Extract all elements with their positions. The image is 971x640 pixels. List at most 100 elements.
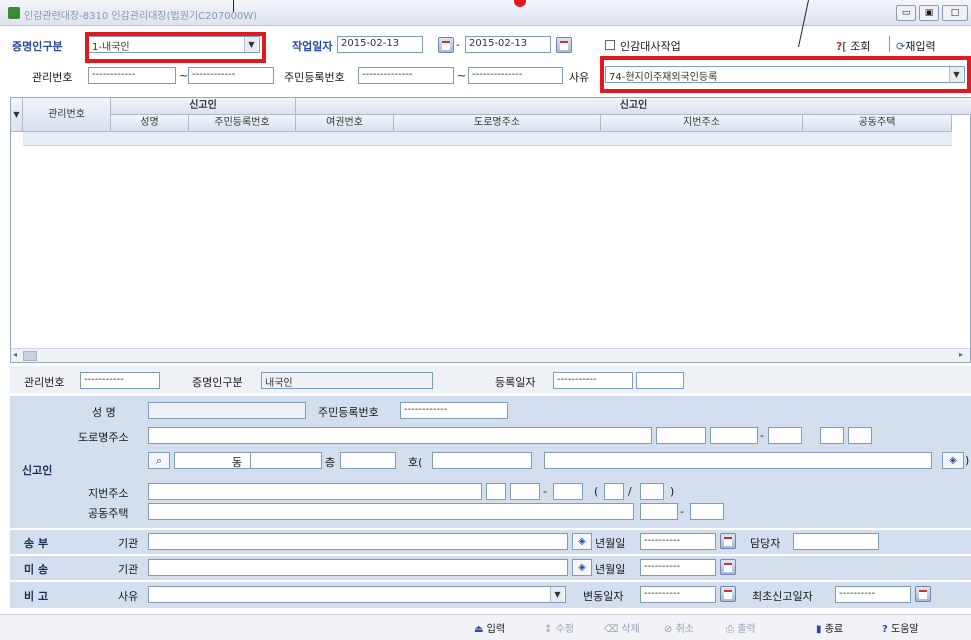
result-grid[interactable]: ▼ 관리번호 신고인 성명 주민등록번호 신고인 여권번호 도로명주소 지번주소…	[10, 97, 971, 363]
calendar-icon[interactable]	[915, 586, 931, 602]
group-reporter-address: 신고인	[296, 98, 971, 115]
reason-label: 사유	[569, 71, 590, 84]
help-query-icon: ?	[836, 40, 843, 53]
scroll-right-icon[interactable]: ▸	[959, 350, 963, 359]
calendar-icon[interactable]	[556, 37, 572, 53]
detail-mgmt-field[interactable]: -----------	[80, 372, 160, 389]
change-date-field[interactable]: ----------	[640, 586, 716, 603]
ho-detail-field[interactable]	[544, 452, 932, 469]
annotation-line-left	[233, 0, 234, 12]
road-address-field[interactable]	[148, 427, 652, 444]
col-lot-address[interactable]: 지번주소	[601, 115, 803, 132]
first-report-date-field[interactable]: ----------	[835, 586, 911, 603]
scroll-thumb[interactable]	[23, 351, 37, 361]
exit-icon: ▮	[816, 624, 822, 635]
edit-button[interactable]: ↕ 수정	[540, 622, 578, 638]
calendar-icon[interactable]	[720, 586, 736, 602]
mgmt-no-label: 관리번호	[32, 71, 73, 84]
mgmt-no-to-field[interactable]: ------------	[188, 67, 274, 84]
detail-regdate-field[interactable]: -----------	[553, 372, 633, 389]
unsent-label: 미 송	[24, 563, 49, 576]
send-org-lookup[interactable]: ◈	[572, 533, 592, 550]
reinput-button[interactable]: ⟳재입력	[896, 38, 936, 54]
detail-rrn-label: 주민등록번호	[318, 406, 379, 419]
detail-regdate-extra[interactable]	[636, 372, 684, 389]
col-apartment[interactable]: 공동주택	[803, 115, 952, 132]
lot-extra-1[interactable]	[604, 483, 624, 500]
unsent-org-field[interactable]	[148, 559, 568, 576]
highlight-cert-type	[85, 32, 266, 63]
road-extra-1[interactable]	[820, 427, 844, 444]
road-extra-2[interactable]	[848, 427, 872, 444]
floor-field[interactable]	[340, 452, 396, 469]
lot-zip-1[interactable]	[486, 483, 506, 500]
send-label: 송 부	[24, 537, 49, 550]
col-rrn[interactable]: 주민등록번호	[189, 115, 296, 132]
title-bar: 인감관련대장-8310 인감관리대장(법원기C207000W) ▭ ▣ □	[0, 0, 971, 26]
lot-address-field[interactable]	[148, 483, 482, 500]
note-reason-select[interactable]: ▼	[148, 586, 566, 603]
scroll-left-icon[interactable]: ◂	[13, 350, 17, 359]
send-person-field[interactable]	[793, 533, 879, 550]
work-date-from-field[interactable]: 2015-02-13	[337, 36, 423, 53]
input-button[interactable]: ⏏ 입력	[470, 622, 509, 638]
work-date-to-field[interactable]: 2015-02-13	[465, 36, 551, 53]
close-paren: )	[965, 454, 970, 467]
col-road-address[interactable]: 도로명주소	[394, 115, 601, 132]
delete-button[interactable]: ⌫ 삭제	[600, 622, 644, 638]
unsent-org-label: 기관	[118, 563, 139, 576]
cert-type-label: 증명인구분	[12, 40, 63, 53]
apartment-dong[interactable]	[640, 503, 678, 520]
diamond-icon: ◈	[949, 455, 957, 466]
send-date-field[interactable]: ----------	[640, 533, 716, 550]
road-zip-separator: -	[760, 429, 764, 442]
ho-label: 호(	[408, 456, 423, 469]
reinput-label: 재입력	[905, 40, 936, 53]
mgmt-no-from-field[interactable]: ------------	[88, 67, 176, 84]
printer-icon: ⎙	[726, 624, 734, 635]
apartment-separator: -	[680, 505, 684, 518]
col-mgmt-no[interactable]: 관리번호	[23, 98, 111, 132]
window-title: 인감관련대장-8310 인감관리대장(법원기C207000W)	[24, 11, 258, 22]
unsent-org-lookup[interactable]: ◈	[572, 559, 592, 576]
apartment-ho[interactable]	[690, 503, 724, 520]
search-icon: ⌕	[155, 454, 163, 467]
detail-cert-field: 내국인	[261, 372, 433, 389]
apartment-field[interactable]	[148, 503, 634, 520]
query-button[interactable]: ?[ 조회	[836, 38, 870, 54]
address-confirm-button[interactable]: ◈	[942, 452, 964, 469]
calendar-icon[interactable]	[438, 37, 454, 53]
col-passport[interactable]: 여권번호	[296, 115, 394, 132]
help-button[interactable]: ? 도움말	[878, 622, 923, 638]
close-button[interactable]: □	[942, 5, 968, 21]
dong-label: 동	[232, 456, 243, 469]
calendar-icon[interactable]	[720, 533, 736, 549]
lot-extra-2[interactable]	[640, 483, 664, 500]
rrn-from-field[interactable]: --------------	[358, 67, 454, 84]
detail-rrn-field[interactable]: ------------	[400, 402, 508, 419]
name-field[interactable]	[148, 402, 306, 419]
address-main-field[interactable]	[174, 452, 256, 469]
search-address-button[interactable]: ⌕	[148, 452, 170, 469]
send-org-field[interactable]	[148, 533, 568, 550]
road-zip-2[interactable]	[710, 427, 758, 444]
lot-zip-2[interactable]	[510, 483, 540, 500]
lot-zip-3[interactable]	[553, 483, 583, 500]
rrn-to-field[interactable]: --------------	[468, 67, 563, 84]
unsent-date-field[interactable]: ----------	[640, 559, 716, 576]
minimize-button[interactable]: ▭	[896, 5, 916, 21]
exit-button[interactable]: ▮ 종료	[812, 622, 847, 638]
cancel-button[interactable]: ⊘ 취소	[660, 622, 698, 638]
dong-field[interactable]	[250, 452, 322, 469]
calendar-icon[interactable]	[720, 559, 736, 575]
road-zip-1[interactable]	[656, 427, 706, 444]
seal-checkbox[interactable]	[605, 40, 615, 50]
col-name[interactable]: 성명	[111, 115, 189, 132]
print-button[interactable]: ⎙ 출력	[722, 622, 760, 638]
apartment-label: 공동주택	[88, 507, 129, 520]
maximize-button[interactable]: ▣	[919, 5, 939, 21]
horizontal-scrollbar[interactable]: ◂ ▸	[11, 348, 970, 362]
detail-cert-label: 증명인구분	[192, 376, 243, 389]
road-zip-3[interactable]	[768, 427, 802, 444]
ho-field[interactable]	[432, 452, 532, 469]
